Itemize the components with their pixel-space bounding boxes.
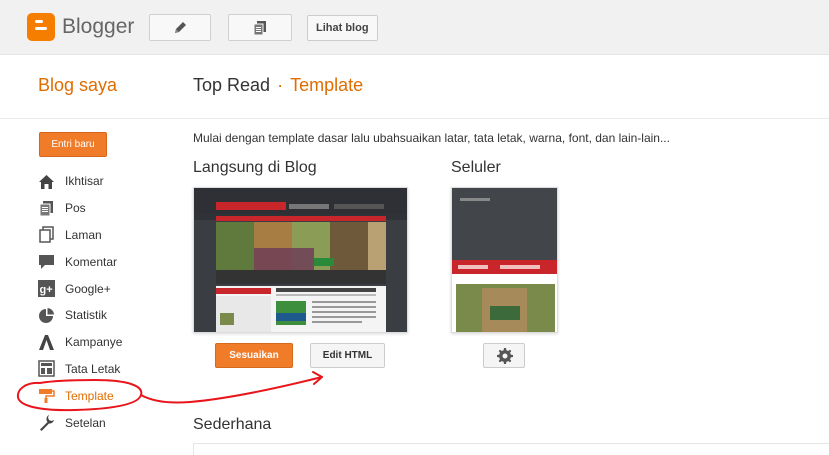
sidebar-item-stats[interactable]: Statistik: [38, 302, 122, 329]
my-blogs-link[interactable]: Blog saya: [38, 75, 117, 96]
blogger-logo-icon[interactable]: [27, 13, 55, 41]
desktop-template-preview[interactable]: [193, 187, 408, 333]
posts-icon: [253, 20, 266, 35]
sidebar-item-googleplus[interactable]: g+ Google+: [38, 275, 122, 302]
pages-icon: [38, 226, 55, 244]
blog-name[interactable]: Top Read: [193, 75, 270, 95]
layout-icon: [38, 360, 55, 378]
wrench-icon: [38, 414, 55, 432]
svg-text:g+: g+: [40, 284, 53, 296]
title-separator: ·: [277, 75, 284, 95]
posts-list-button[interactable]: [228, 14, 292, 41]
sidebar-item-label: Kampanye: [65, 335, 123, 350]
sidebar-item-label: Pos: [65, 201, 86, 216]
new-post-button[interactable]: Entri baru: [39, 132, 107, 157]
sidebar-item-label: Template: [65, 388, 114, 403]
sidebar-item-posts[interactable]: Pos: [38, 195, 122, 222]
new-post-pencil-button[interactable]: [149, 14, 211, 41]
paint-roller-icon: [38, 387, 55, 404]
top-bar: Blogger Lihat blog: [0, 0, 829, 55]
sidebar-item-label: Statistik: [65, 308, 108, 323]
campaign-icon: [38, 334, 55, 351]
comment-icon: [38, 253, 55, 270]
gear-icon: [497, 348, 513, 364]
page-name: Template: [290, 75, 364, 95]
brand-name[interactable]: Blogger: [62, 15, 134, 39]
mobile-preview-image: [452, 188, 557, 332]
pencil-icon: [175, 21, 186, 33]
page-title: Top Read · Template: [193, 75, 363, 96]
sidebar-item-label: Setelan: [65, 415, 106, 430]
sidebar-item-template[interactable]: Template: [38, 382, 122, 409]
sidebar-item-label: Tata Letak: [65, 361, 121, 376]
mobile-section-title: Seluler: [451, 159, 501, 176]
sidebar-nav: Ikhtisar Pos Laman Komentar g+ Google+ S…: [38, 168, 122, 436]
sidebar-item-settings[interactable]: Setelan: [38, 409, 122, 436]
sidebar-item-layout[interactable]: Tata Letak: [38, 356, 122, 383]
view-blog-button[interactable]: Lihat blog: [307, 15, 378, 41]
sidebar-item-campaigns[interactable]: Kampanye: [38, 329, 122, 356]
sidebar-item-pages[interactable]: Laman: [38, 222, 122, 249]
sidebar-item-comments[interactable]: Komentar: [38, 248, 122, 275]
home-icon: [38, 173, 55, 190]
mobile-settings-button[interactable]: [483, 343, 525, 368]
edit-html-button[interactable]: Edit HTML: [310, 343, 385, 368]
sidebar-item-label: Ikhtisar: [65, 174, 104, 189]
sidebar-item-label: Google+: [65, 281, 111, 296]
red-annotation-marker: [16, 371, 323, 412]
mobile-template-preview[interactable]: [451, 187, 558, 333]
posts-icon: [38, 200, 55, 217]
header-divider: [0, 118, 829, 119]
desktop-preview-image: [194, 188, 407, 332]
pie-chart-icon: [38, 307, 55, 324]
googleplus-icon: g+: [38, 280, 55, 298]
intro-text: Mulai dengan template dasar lalu ubahsua…: [193, 131, 670, 145]
simple-template-area: [193, 443, 829, 455]
sidebar-item-label: Komentar: [65, 254, 118, 269]
sidebar-item-label: Laman: [65, 227, 102, 242]
simple-section-title: Sederhana: [193, 416, 272, 433]
live-section-title: Langsung di Blog: [193, 159, 317, 176]
customize-button[interactable]: Sesuaikan: [215, 343, 293, 368]
sidebar-item-overview[interactable]: Ikhtisar: [38, 168, 122, 195]
